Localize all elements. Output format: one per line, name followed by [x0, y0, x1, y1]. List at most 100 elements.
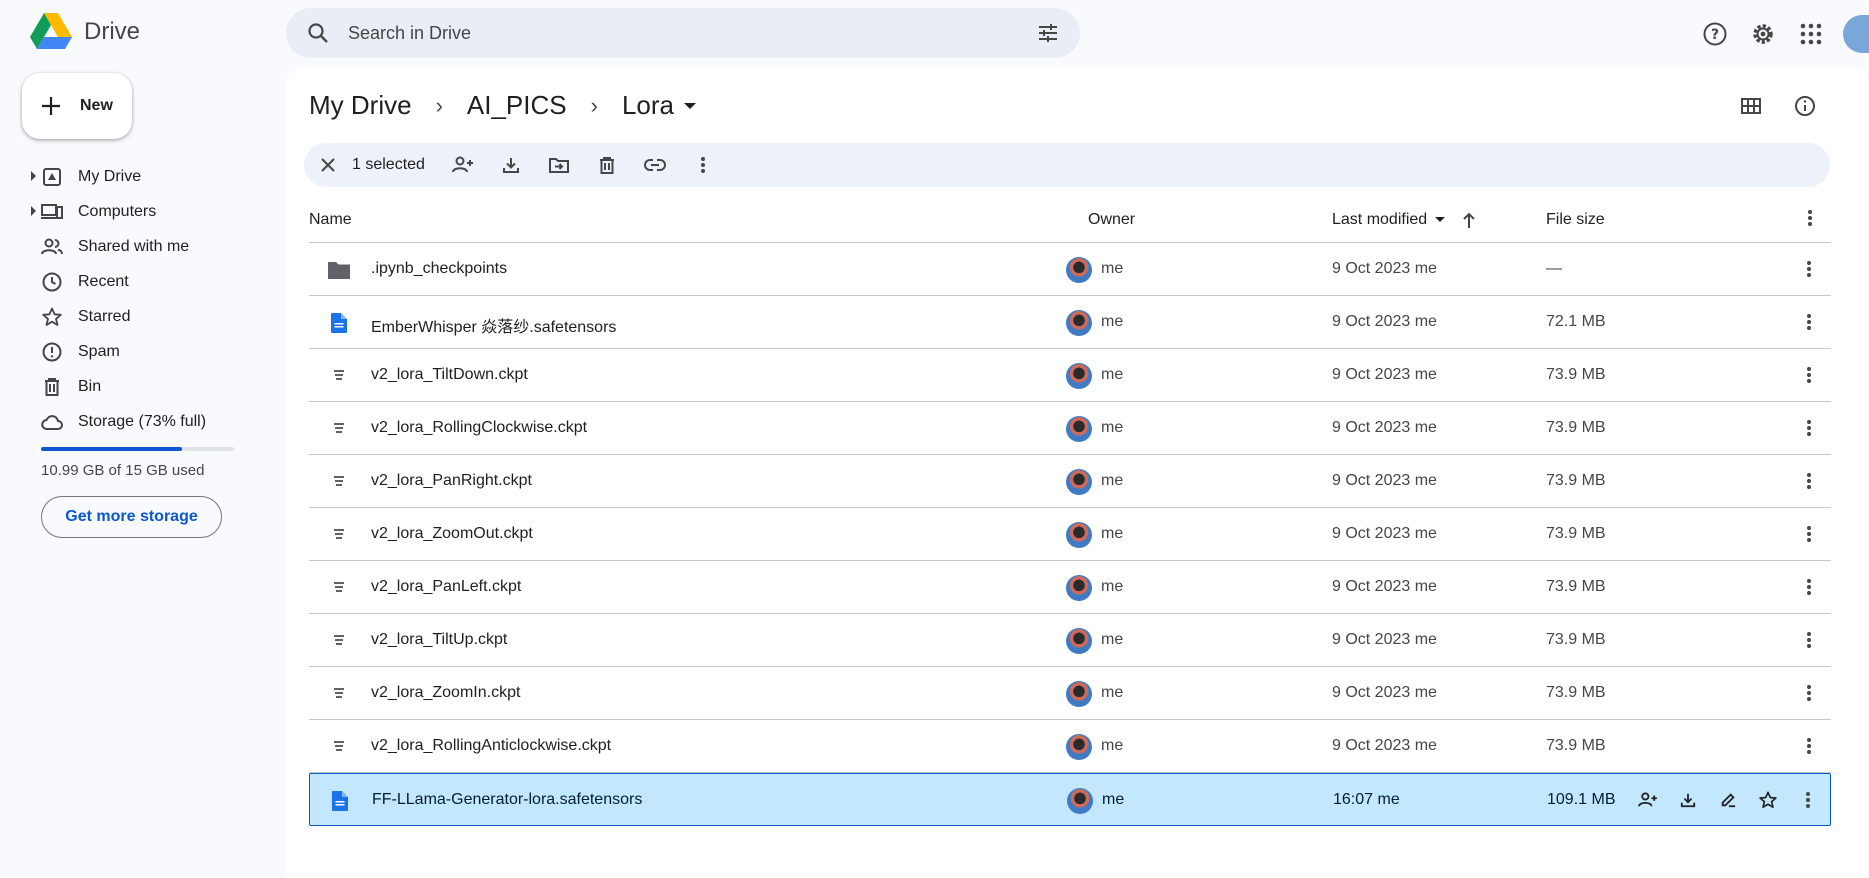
header-owner[interactable]: Owner [1088, 211, 1135, 229]
sort-dropdown-icon[interactable] [1435, 217, 1446, 223]
file-name[interactable]: v2_lora_PanRight.ckpt [371, 472, 532, 490]
file-size: 73.9 MB [1546, 684, 1606, 701]
more-vert-icon[interactable] [1807, 209, 1813, 232]
more-vert-icon[interactable] [1794, 786, 1822, 814]
star-icon[interactable] [1754, 786, 1782, 814]
download-icon[interactable] [487, 145, 535, 185]
download-icon[interactable] [1674, 786, 1702, 814]
header-name[interactable]: Name [309, 211, 352, 229]
sort-direction-arrow-icon[interactable] [1462, 211, 1476, 234]
owner-avatar [1067, 788, 1093, 814]
rename-pencil-icon[interactable] [1714, 786, 1742, 814]
table-row[interactable]: v2_lora_RollingAnticlockwise.ckpt me 9 Oct… [309, 720, 1831, 773]
search-input[interactable]: Search in Drive [348, 23, 471, 44]
move-to-folder-icon[interactable] [535, 145, 583, 185]
file-name[interactable]: v2_lora_PanLeft.ckpt [371, 578, 521, 596]
file-last-modified: 9 Oct 2023 me [1332, 737, 1437, 754]
more-vert-icon[interactable] [1795, 255, 1823, 283]
details-info-icon[interactable] [1785, 86, 1825, 126]
shared-icon [40, 235, 64, 259]
table-row[interactable]: v2_lora_PanLeft.ckpt me 9 Oct 2023 me 73.9 … [309, 561, 1831, 614]
header-last-modified[interactable]: Last modified [1332, 211, 1446, 229]
apps-grid-icon[interactable] [1787, 14, 1835, 54]
sidebar-item-storage[interactable]: Storage (73% full) [28, 404, 286, 439]
file-last-modified: 9 Oct 2023 me [1332, 578, 1437, 595]
search-options-icon[interactable] [1036, 21, 1060, 50]
file-name[interactable]: v2_lora_RollingAnticlockwise.ckpt [371, 737, 611, 755]
sidebar-item-label: Spam [78, 342, 120, 360]
help-icon[interactable]: ? [1691, 14, 1739, 54]
folder-menu-dropdown-icon[interactable] [683, 102, 696, 109]
header-file-size[interactable]: File size [1546, 211, 1605, 229]
more-vert-icon[interactable] [1795, 626, 1823, 654]
sidebar-item-bin[interactable]: Bin [28, 369, 286, 404]
search-icon[interactable] [306, 21, 330, 50]
more-vert-icon[interactable] [1795, 732, 1823, 760]
table-row[interactable]: FF-LLama-Generator-lora.safetensors me 16:… [309, 773, 1831, 826]
breadcrumb-lora[interactable]: Lora [622, 90, 674, 121]
more-vert-icon[interactable] [1795, 679, 1823, 707]
more-vert-icon[interactable] [1795, 573, 1823, 601]
file-name[interactable]: .ipynb_checkpoints [371, 260, 507, 278]
table-row[interactable]: v2_lora_PanRight.ckpt me 9 Oct 2023 me 73.9… [309, 455, 1831, 508]
more-vert-icon[interactable] [1795, 520, 1823, 548]
search-bar[interactable]: Search in Drive [286, 8, 1080, 58]
plus-icon [42, 97, 60, 115]
owner-avatar [1066, 734, 1092, 760]
top-bar: Drive Search in Drive ? [0, 0, 1869, 66]
breadcrumb: My Drive › AI_PICS › Lora [309, 90, 696, 121]
get-more-storage-button[interactable]: Get more storage [41, 496, 222, 538]
account-avatar[interactable] [1843, 15, 1869, 53]
copy-link-icon[interactable] [631, 145, 679, 185]
clear-selection-icon[interactable] [304, 145, 352, 185]
file-size: 73.9 MB [1546, 578, 1606, 595]
table-row[interactable]: v2_lora_ZoomOut.ckpt me 9 Oct 2023 me 73.9 … [309, 508, 1831, 561]
sidebar-item-starred[interactable]: Starred [28, 299, 286, 334]
table-row[interactable]: v2_lora_TiltDown.ckpt me 9 Oct 2023 me 73.9… [309, 349, 1831, 402]
breadcrumb-my-drive[interactable]: My Drive [309, 90, 412, 121]
drive-logo[interactable]: Drive [30, 13, 140, 51]
sidebar-item-recent[interactable]: Recent [28, 264, 286, 299]
more-vert-icon[interactable] [1795, 308, 1823, 336]
trash-icon[interactable] [583, 145, 631, 185]
file-name[interactable]: v2_lora_TiltDown.ckpt [371, 366, 528, 384]
file-name[interactable]: v2_lora_ZoomOut.ckpt [371, 525, 533, 543]
sidebar-item-my-drive[interactable]: My Drive [28, 159, 286, 194]
settings-icon[interactable] [1739, 14, 1787, 54]
sidebar-item-computers[interactable]: Computers [28, 194, 286, 229]
table-row[interactable]: EmberWhisper 焱落纱.safetensors me 9 Oct 2023… [309, 296, 1831, 349]
table-row[interactable]: .ipynb_checkpoints me 9 Oct 2023 me — [309, 243, 1831, 296]
owner-avatar [1066, 575, 1092, 601]
new-button[interactable]: New [22, 73, 132, 139]
file-name[interactable]: FF-LLama-Generator-lora.safetensors [372, 791, 642, 809]
sidebar-item-spam[interactable]: Spam [28, 334, 286, 369]
table-row[interactable]: v2_lora_ZoomIn.ckpt me 9 Oct 2023 me 73.9 M… [309, 667, 1831, 720]
file-owner: me [1102, 791, 1125, 808]
file-size: 73.9 MB [1546, 525, 1606, 542]
table-row[interactable]: v2_lora_RollingClockwise.ckpt me 9 Oct 202… [309, 402, 1831, 455]
share-icon[interactable] [1634, 786, 1662, 814]
file-size: 73.9 MB [1546, 737, 1606, 754]
file-owner: me [1101, 578, 1124, 595]
grid-view-icon[interactable] [1731, 86, 1771, 126]
file-icon [327, 523, 351, 547]
more-vert-icon[interactable] [1795, 467, 1823, 495]
file-name[interactable]: v2_lora_ZoomIn.ckpt [371, 684, 520, 702]
share-icon[interactable] [439, 145, 487, 185]
breadcrumb-ai-pics[interactable]: AI_PICS [467, 90, 567, 121]
owner-avatar [1066, 522, 1092, 548]
table-row[interactable]: v2_lora_TiltUp.ckpt me 9 Oct 2023 me 73.9 M… [309, 614, 1831, 667]
file-name[interactable]: v2_lora_RollingClockwise.ckpt [371, 419, 587, 437]
spam-icon [40, 340, 64, 364]
more-vert-icon[interactable] [1795, 414, 1823, 442]
sidebar-item-shared[interactable]: Shared with me [28, 229, 286, 264]
file-icon [327, 576, 351, 600]
file-owner: me [1101, 419, 1124, 436]
more-vert-icon[interactable] [1795, 361, 1823, 389]
expand-caret-icon[interactable] [31, 206, 36, 216]
file-name[interactable]: v2_lora_TiltUp.ckpt [371, 631, 507, 649]
file-name[interactable]: EmberWhisper 焱落纱.safetensors [371, 313, 616, 337]
more-vert-icon[interactable] [679, 145, 727, 185]
expand-caret-icon[interactable] [31, 171, 36, 181]
folder-icon [327, 258, 351, 282]
